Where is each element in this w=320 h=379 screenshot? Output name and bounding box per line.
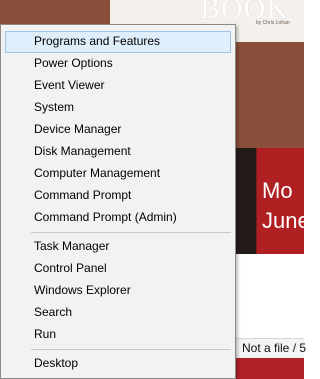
menu-item-control-panel[interactable]: Control Panel [5, 258, 231, 280]
menu-item-label: Run [34, 327, 57, 341]
menu-item-event-viewer[interactable]: Event Viewer [5, 75, 231, 97]
menu-separator [31, 232, 231, 233]
menu-separator [31, 349, 231, 350]
quick-link-menu: Programs and Features Power Options Even… [0, 24, 236, 379]
menu-item-programs-and-features[interactable]: Programs and Features [5, 31, 231, 53]
menu-item-disk-management[interactable]: Disk Management [5, 141, 231, 163]
menu-item-label: Task Manager [34, 239, 110, 253]
menu-item-label: Computer Management [34, 166, 161, 180]
background-tile-line-2: June [262, 208, 310, 233]
background-bottom-strip [236, 358, 304, 379]
menu-item-computer-management[interactable]: Computer Management [5, 163, 231, 185]
menu-item-command-prompt-admin[interactable]: Command Prompt (Admin) [5, 207, 231, 229]
book-byline: by Chris Lohan [256, 20, 290, 26]
menu-item-run[interactable]: Run [5, 324, 231, 346]
background-tile-text: Mo June [262, 176, 310, 236]
menu-item-label: Power Options [34, 56, 113, 70]
menu-item-label: Programs and Features [34, 34, 161, 48]
menu-item-windows-explorer[interactable]: Windows Explorer [5, 280, 231, 302]
status-text: Not a file / 5 [242, 341, 307, 355]
menu-item-label: Search [34, 305, 73, 319]
menu-item-power-options[interactable]: Power Options [5, 53, 231, 75]
menu-item-label: Control Panel [34, 261, 107, 275]
menu-item-label: Event Viewer [34, 78, 105, 92]
menu-item-label: Command Prompt (Admin) [34, 210, 177, 224]
menu-item-label: Device Manager [34, 122, 122, 136]
menu-item-label: System [34, 100, 75, 114]
menu-item-search[interactable]: Search [5, 302, 231, 324]
menu-item-system[interactable]: System [5, 97, 231, 119]
menu-item-label: Disk Management [34, 144, 131, 158]
background-tile-line-1: Mo [262, 178, 293, 203]
menu-item-task-manager[interactable]: Task Manager [5, 236, 231, 258]
menu-item-command-prompt[interactable]: Command Prompt [5, 185, 231, 207]
menu-item-label: Desktop [34, 356, 79, 370]
menu-item-label: Command Prompt [34, 188, 132, 202]
menu-item-label: Windows Explorer [34, 283, 131, 297]
menu-item-device-manager[interactable]: Device Manager [5, 119, 231, 141]
menu-item-desktop[interactable]: Desktop [5, 353, 231, 375]
